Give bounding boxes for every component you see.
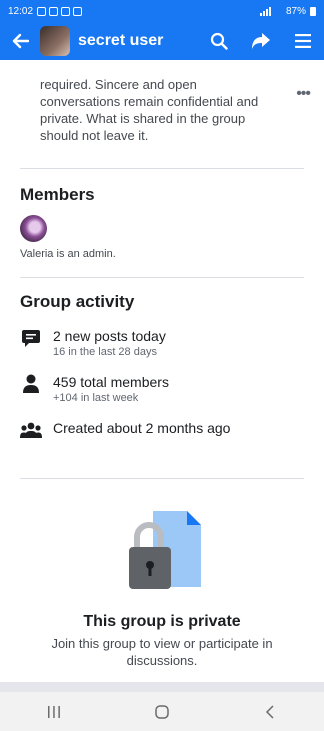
notification-icon [61,6,71,16]
back-button[interactable] [0,22,40,60]
search-icon [210,32,228,50]
admin-note: Valeria is an admin. [20,248,304,260]
members-last-week: +104 in last week [53,392,139,404]
app-bar: secret user [0,22,324,60]
group-avatar[interactable] [40,26,70,56]
back-arrow-icon [12,33,29,49]
total-members: 459 total members [53,374,169,390]
system-nav-bar [0,692,324,731]
home-button[interactable] [132,692,192,731]
group-title[interactable]: secret user [78,32,198,50]
status-time: 12:02 [8,5,34,17]
notification-icon [49,6,59,16]
status-right: 87% [259,5,316,17]
posts-28-days: 16 in the last 28 days [53,346,157,358]
private-lock-illustration [129,511,201,589]
admin-suffix: is an admin. [53,248,116,260]
private-description: Join this group to view or participate i… [51,636,273,668]
notification-icon [73,6,83,16]
join-bar-edge [0,682,324,692]
person-icon [20,374,42,394]
status-bar: 12:02 87% [0,0,324,22]
posts-icon [20,328,42,348]
back-nav-button[interactable] [240,692,300,731]
created-date: Created about 2 months ago [53,420,231,436]
menu-icon [295,34,311,48]
activity-posts: 2 new posts today 16 in the last 28 days [20,328,304,360]
battery-icon [310,6,316,16]
group-icon [20,420,42,440]
notification-icon [37,6,47,16]
private-title: This group is private [83,613,241,630]
group-rules-text: required. Sincere and open conversations… [0,60,324,168]
activity-members: 459 total members +104 in last week [20,374,304,406]
activity-heading: Group activity [20,292,135,311]
members-section: Members Valeria is an admin. [0,169,324,277]
signal-icon [259,6,271,16]
rules-text: required. Sincere and open conversations… [40,77,259,143]
activity-created: Created about 2 months ago [20,420,304,440]
notification-icons [37,6,83,16]
members-heading: Members [20,185,95,204]
private-notice: This group is private Join this group to… [0,479,324,669]
group-activity-section: Group activity 2 new posts today 16 in t… [0,278,324,478]
admin-name[interactable]: Valeria [20,248,53,260]
share-icon [252,33,270,49]
chevron-left-icon [265,704,274,719]
recent-apps-icon [48,705,60,718]
admin-avatar[interactable] [20,215,47,242]
share-button[interactable] [240,22,282,60]
recent-apps-button[interactable] [24,692,84,731]
posts-today: 2 new posts today [53,328,166,344]
menu-button[interactable] [282,22,324,60]
home-icon [155,704,169,719]
battery-percent: 87% [285,5,306,17]
search-button[interactable] [198,22,240,60]
more-options-icon[interactable]: ••• [296,85,311,102]
group-about-content: required. Sincere and open conversations… [0,60,324,669]
